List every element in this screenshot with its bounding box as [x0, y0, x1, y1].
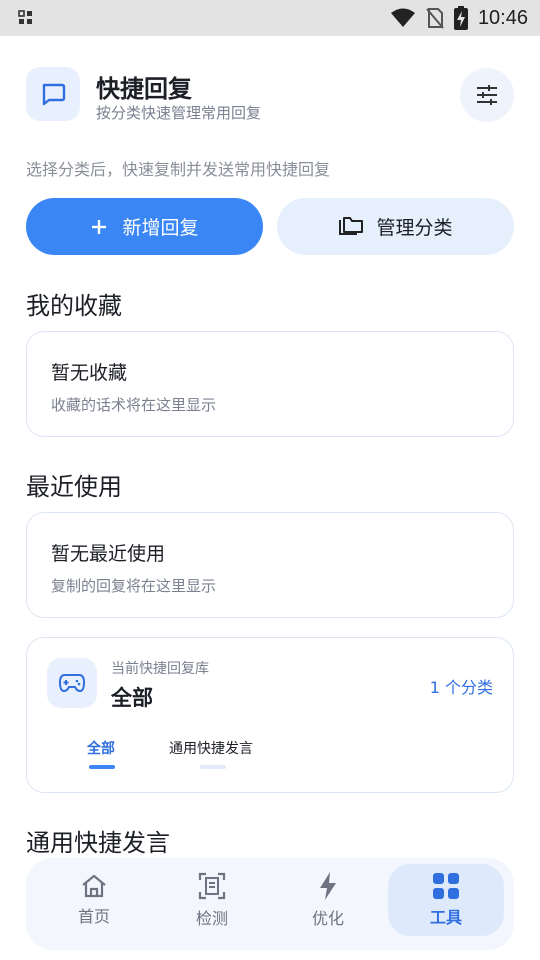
recent-title: 最近使用 — [26, 473, 122, 501]
library-name: 全部 — [111, 686, 153, 710]
nav-item-optimize[interactable]: 优化 — [270, 864, 386, 936]
nav-item-tools[interactable]: 工具 — [388, 864, 504, 936]
chat-bubble-icon — [26, 67, 80, 121]
battery-charging-icon — [453, 6, 468, 30]
wifi-icon — [390, 7, 416, 29]
no-sim-icon — [426, 7, 444, 29]
tab-general-indicator — [200, 765, 226, 769]
notification-grid-icon — [18, 10, 34, 26]
nav-label-optimize: 优化 — [311, 909, 344, 928]
bottom-navigation: 首页 检测 优化 工具 — [26, 858, 514, 950]
gamepad-icon — [47, 658, 97, 708]
recent-empty-subtitle: 复制的回复将在这里显示 — [51, 577, 217, 595]
status-time: 10:46 — [477, 6, 528, 29]
general-section-title: 通用快捷发言 — [26, 829, 170, 857]
folders-icon — [338, 216, 364, 238]
manage-categories-button[interactable]: 管理分类 — [277, 198, 514, 255]
plus-icon — [90, 218, 108, 236]
add-reply-button[interactable]: 新增回复 — [26, 198, 263, 255]
nav-item-home[interactable]: 首页 — [36, 864, 152, 936]
filter-settings-button[interactable] — [460, 68, 514, 122]
status-bar: 10:46 — [0, 0, 540, 36]
recent-empty-title: 暂无最近使用 — [51, 543, 166, 565]
page-subtitle: 按分类快速管理常用回复 — [96, 104, 262, 122]
nav-label-detect: 检测 — [195, 909, 228, 928]
nav-label-tools: 工具 — [429, 908, 462, 927]
hint-text: 选择分类后，快速复制并发送常用快捷回复 — [26, 160, 331, 179]
favorites-empty-subtitle: 收藏的话术将在这里显示 — [51, 396, 217, 414]
nav-label-home: 首页 — [77, 907, 110, 926]
nav-item-detect[interactable]: 检测 — [154, 864, 270, 936]
recent-empty-card: 暂无最近使用 复制的回复将在这里显示 — [26, 512, 514, 618]
tab-general-phrases[interactable]: 通用快捷发言 — [169, 738, 253, 758]
lightning-icon — [317, 871, 339, 901]
favorites-empty-card: 暂无收藏 收藏的话术将在这里显示 — [26, 331, 514, 437]
favorites-title: 我的收藏 — [26, 292, 122, 320]
tab-all-indicator — [89, 765, 115, 769]
scan-document-icon — [197, 871, 227, 901]
library-label: 当前快捷回复库 — [111, 661, 209, 677]
tune-sliders-icon — [477, 85, 497, 105]
library-category-count[interactable]: 1 个分类 — [430, 674, 493, 698]
tab-all[interactable]: 全部 — [87, 738, 115, 758]
add-reply-label: 新增回复 — [122, 217, 199, 239]
reply-library-card: 当前快捷回复库 全部 1 个分类 全部 通用快捷发言 — [26, 637, 514, 793]
favorites-empty-title: 暂无收藏 — [51, 362, 128, 384]
manage-categories-label: 管理分类 — [376, 217, 453, 239]
page-title: 快捷回复 — [96, 75, 192, 103]
grid-apps-icon — [432, 872, 460, 900]
home-icon — [80, 873, 108, 899]
page-header: 快捷回复 按分类快速管理常用回复 — [26, 66, 514, 126]
